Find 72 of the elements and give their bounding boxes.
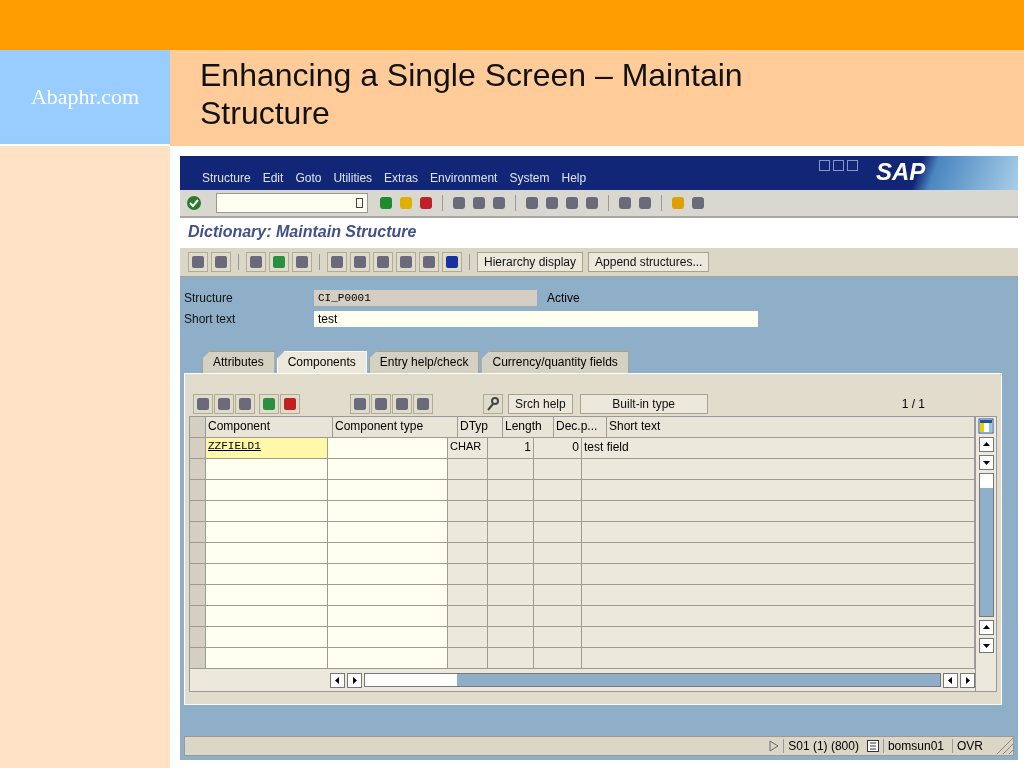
scroll-down-icon[interactable] — [978, 455, 994, 470]
input-cell[interactable] — [328, 585, 448, 605]
input-field[interactable]: test — [314, 310, 758, 327]
input-cell[interactable] — [328, 501, 448, 521]
column-header[interactable]: DTyp — [458, 417, 503, 437]
site-label: Abaphr.com — [0, 50, 170, 146]
horizontal-scrollbar[interactable] — [364, 673, 941, 687]
menu-item[interactable]: Structure — [202, 171, 251, 185]
input-cell[interactable] — [328, 606, 448, 626]
scroll-up-icon[interactable] — [978, 437, 994, 452]
input-cell[interactable] — [206, 627, 328, 647]
built-in-type-button[interactable]: Built-in type — [579, 394, 708, 414]
input-cell[interactable]: ZZFIELD1 — [206, 438, 328, 458]
input-cell[interactable] — [206, 543, 328, 563]
tab[interactable]: Currency/quantity fields — [481, 351, 629, 373]
command-field[interactable] — [216, 193, 368, 213]
input-mode: OVR — [952, 739, 987, 753]
input-cell[interactable] — [328, 627, 448, 647]
menu-item[interactable]: Environment — [430, 171, 498, 185]
table-cell: test field — [582, 438, 975, 458]
scroll-left-icon[interactable] — [943, 672, 958, 688]
slide-title: Enhancing a Single Screen – Maintain Structure — [199, 56, 744, 133]
screen-title: Dictionary: Maintain Structure — [180, 218, 1018, 248]
menu-item[interactable]: Help — [561, 171, 587, 185]
input-cell[interactable] — [328, 648, 448, 668]
toolbar-button[interactable]: Append structures... — [588, 252, 710, 272]
search-help-button[interactable]: Srch help — [508, 394, 573, 414]
vertical-scrollbar[interactable] — [978, 473, 994, 617]
menu-item[interactable]: Extras — [384, 171, 419, 185]
table-cell: CHAR — [448, 438, 488, 458]
page-counter: 1 / 1 — [901, 397, 925, 411]
input-cell[interactable] — [206, 459, 328, 479]
menu-item[interactable]: Edit — [262, 171, 284, 185]
column-header[interactable]: Length — [503, 417, 554, 437]
enter-icon[interactable] — [186, 195, 202, 211]
expand-icon[interactable] — [769, 740, 780, 752]
field-label: Short text — [184, 311, 237, 326]
menu-item[interactable]: Goto — [295, 171, 322, 185]
scroll-right-icon[interactable] — [960, 672, 975, 688]
scroll-left-icon[interactable] — [330, 672, 345, 688]
status-text: Active — [547, 290, 580, 305]
input-cell[interactable] — [328, 480, 448, 500]
input-cell[interactable] — [328, 522, 448, 542]
column-settings-icon[interactable] — [978, 418, 994, 434]
input-cell[interactable] — [206, 648, 328, 668]
input-cell[interactable] — [328, 459, 448, 479]
menu-item[interactable]: Utilities — [333, 171, 373, 185]
column-header[interactable]: Dec.p... — [554, 417, 607, 437]
tab[interactable]: Attributes — [202, 351, 275, 373]
input-cell[interactable] — [328, 543, 448, 563]
column-header[interactable]: Component — [206, 417, 333, 437]
input-cell[interactable] — [206, 501, 328, 521]
scroll-up-icon[interactable] — [978, 620, 994, 635]
input-cell[interactable] — [206, 480, 328, 500]
input-cell[interactable] — [206, 522, 328, 542]
input-cell[interactable] — [206, 606, 328, 626]
input-cell[interactable] — [328, 438, 448, 458]
readonly-field: CI_P0001 — [314, 289, 537, 306]
menu-item[interactable]: System — [509, 171, 550, 185]
input-cell[interactable] — [206, 585, 328, 605]
session-info: S01 (1) (800) — [783, 739, 863, 753]
tab[interactable]: Components — [276, 351, 367, 373]
host-name: bomsun01 — [882, 739, 948, 753]
input-cell[interactable] — [206, 564, 328, 584]
column-header[interactable]: Component type — [333, 417, 458, 437]
scroll-right-icon[interactable] — [347, 672, 362, 688]
tab[interactable]: Entry help/check — [368, 351, 480, 373]
input-cell[interactable] — [328, 564, 448, 584]
scroll-down-icon[interactable] — [978, 638, 994, 653]
column-header[interactable]: Short text — [607, 417, 975, 437]
toolbar-button[interactable]: Hierarchy display — [477, 252, 584, 272]
field-label: Structure — [184, 290, 234, 305]
